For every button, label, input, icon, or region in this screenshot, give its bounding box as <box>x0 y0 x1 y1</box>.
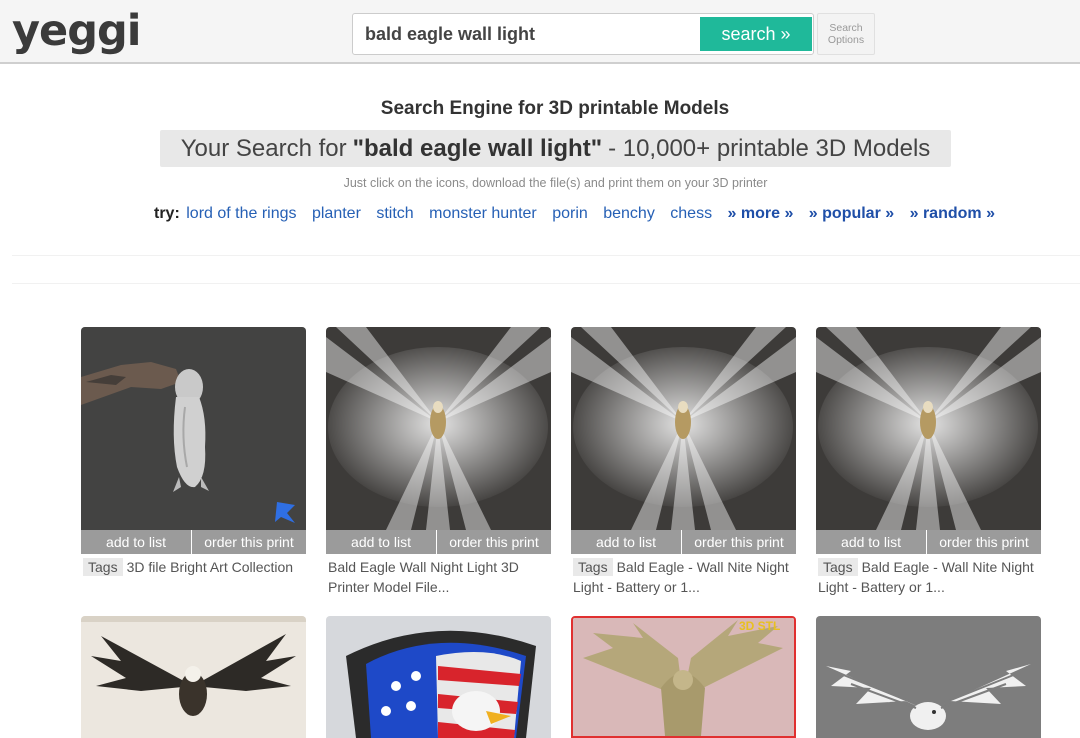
card-actions: add to list order this print <box>326 530 551 554</box>
divider <box>12 255 1080 256</box>
search-options-label-1: Search <box>829 22 863 34</box>
model-thumbnail[interactable] <box>326 616 551 738</box>
search-input[interactable] <box>353 14 698 54</box>
add-to-list-button[interactable]: add to list <box>81 530 192 554</box>
tags-badge: Tags <box>83 558 123 576</box>
model-thumbnail[interactable]: 3D STL <box>571 616 796 738</box>
result-count: - 10,000+ printable 3D Models <box>608 134 931 162</box>
result-summary: Your Search for "bald eagle wall light" … <box>160 130 951 167</box>
tags-badge: Tags <box>573 558 613 576</box>
search-options-label-2: Options <box>827 34 865 46</box>
site-logo[interactable]: yeggi <box>12 6 141 56</box>
model-thumbnail[interactable] <box>326 327 551 530</box>
add-to-list-button[interactable]: add to list <box>571 530 682 554</box>
engine-title: Search Engine for 3D printable Models <box>380 98 730 119</box>
popular-link[interactable]: » popular » <box>809 205 894 222</box>
result-prefix: Your Search for <box>180 134 347 162</box>
try-label: try: <box>154 205 180 222</box>
header: yeggi search » Search Options <box>0 0 1080 64</box>
try-link[interactable]: monster hunter <box>429 205 537 222</box>
try-link[interactable]: porin <box>552 205 588 222</box>
card-caption[interactable]: Bald Eagle Wall Night Light 3D Printer M… <box>328 557 551 597</box>
tags-badge: Tags <box>818 558 858 576</box>
order-print-button[interactable]: order this print <box>437 530 551 554</box>
card-actions: add to list order this print <box>816 530 1041 554</box>
order-print-button[interactable]: order this print <box>927 530 1041 554</box>
try-link[interactable]: planter <box>312 205 361 222</box>
card-caption[interactable]: Tags 3D file Bright Art Collection <box>83 557 306 577</box>
try-link[interactable]: stitch <box>376 205 413 222</box>
model-thumbnail[interactable] <box>81 616 306 738</box>
try-link[interactable]: chess <box>670 205 712 222</box>
card-actions: add to list order this print <box>81 530 306 554</box>
result-query: "bald eagle wall light" <box>352 134 603 162</box>
random-link[interactable]: » random » <box>910 205 995 222</box>
add-to-list-button[interactable]: add to list <box>816 530 927 554</box>
card-actions: add to list order this print <box>571 530 796 554</box>
search-options-button[interactable]: Search Options <box>817 13 875 55</box>
card-title: 3D file Bright Art Collection <box>126 559 294 575</box>
search-button[interactable]: search » <box>700 17 812 51</box>
model-thumbnail[interactable] <box>81 327 306 530</box>
hint-text: Just click on the icons, download the fi… <box>343 176 768 190</box>
model-thumbnail[interactable] <box>571 327 796 530</box>
add-to-list-button[interactable]: add to list <box>326 530 437 554</box>
search-box: search » <box>352 13 814 55</box>
try-link[interactable]: benchy <box>603 205 655 222</box>
model-thumbnail[interactable] <box>816 616 1041 738</box>
model-thumbnail[interactable] <box>816 327 1041 530</box>
card-caption[interactable]: Tags Bald Eagle - Wall Nite Night Light -… <box>818 557 1041 597</box>
more-link[interactable]: » more » <box>728 205 794 222</box>
divider <box>12 283 1080 284</box>
model-badge-text: 3D STL <box>739 619 780 633</box>
card-title: Bald Eagle Wall Night Light 3D Printer M… <box>328 559 519 595</box>
try-link[interactable]: lord of the rings <box>186 205 296 222</box>
order-print-button[interactable]: order this print <box>192 530 306 554</box>
try-suggestions: try: lord of the rings planter stitch mo… <box>154 205 1006 223</box>
order-print-button[interactable]: order this print <box>682 530 796 554</box>
card-caption[interactable]: Tags Bald Eagle - Wall Nite Night Light -… <box>573 557 796 597</box>
